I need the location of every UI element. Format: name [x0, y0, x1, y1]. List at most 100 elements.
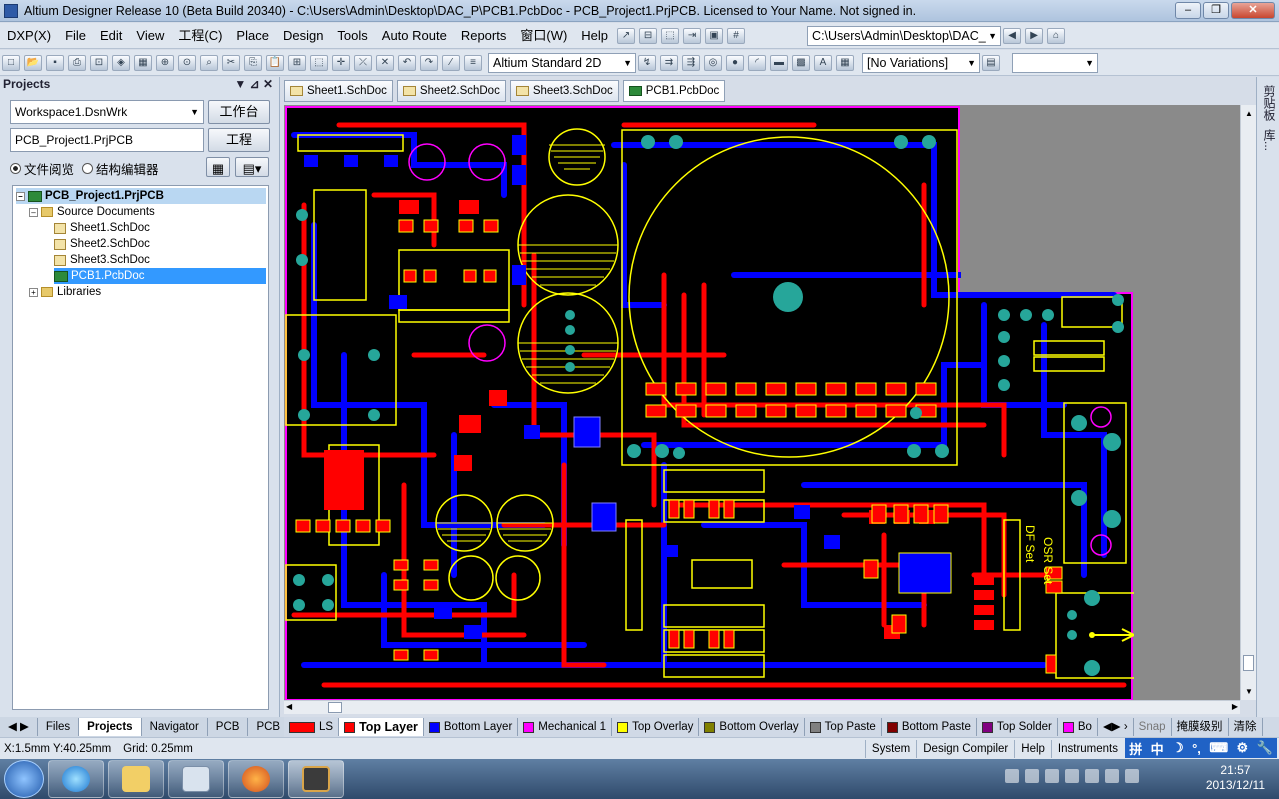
ime-punctuation-icon[interactable]: °,	[1192, 741, 1201, 756]
tab-pcb[interactable]: PCB	[208, 718, 249, 736]
fill-icon[interactable]: ▬	[770, 54, 788, 71]
copy-icon[interactable]: ⎘	[244, 54, 262, 71]
maximize-button[interactable]: ❐	[1203, 2, 1229, 19]
panel-scroll-icon[interactable]: ◀ ▶	[0, 718, 38, 736]
compile-icon[interactable]: ≡	[464, 54, 482, 71]
ime-logo-icon[interactable]: 拼	[1129, 739, 1142, 758]
project-field[interactable]: PCB_Project1.PrjPCB	[10, 128, 204, 152]
select-area-icon[interactable]: ⬚	[310, 54, 328, 71]
tree-libraries[interactable]: + Libraries	[29, 284, 101, 300]
zoom-select-icon[interactable]: ⌕	[200, 54, 218, 71]
home-icon[interactable]: ⌂	[1047, 27, 1066, 44]
pcb-canvas[interactable]: DF Set OSR Set	[284, 105, 1240, 700]
layer-top-paste[interactable]: Top Paste	[805, 718, 882, 736]
ime-halfwidth-icon[interactable]: ☽	[1172, 740, 1184, 756]
tab-files[interactable]: Files	[38, 718, 80, 736]
project-button[interactable]: 工程	[208, 128, 270, 152]
ime-chinese-toggle[interactable]: 中	[1151, 739, 1164, 758]
layer-top-overlay[interactable]: Top Overlay	[612, 718, 700, 736]
tab-pcb1[interactable]: PCB1.PcbDoc	[622, 80, 726, 102]
tray-volume-icon[interactable]	[1125, 769, 1139, 783]
select-icon[interactable]: ⬚	[661, 27, 680, 44]
system-button[interactable]: System	[864, 739, 916, 758]
layer-bottom-solder[interactable]: Bo	[1058, 718, 1098, 736]
tree-doc-sheet2[interactable]: Sheet2.SchDoc	[54, 236, 150, 252]
collapse-icon[interactable]: –	[29, 207, 38, 217]
help-button[interactable]: Help	[1014, 739, 1051, 758]
string-icon[interactable]: A	[814, 54, 832, 71]
tab-projects[interactable]: Projects	[79, 718, 142, 736]
ime-settings-icon[interactable]: ⚙	[1237, 740, 1249, 756]
ime-tools-icon[interactable]: 🔧	[1257, 740, 1273, 756]
menu-design[interactable]: Design	[276, 25, 330, 47]
taskbar-explorer[interactable]	[108, 760, 164, 798]
tab-navigator[interactable]: Navigator	[142, 718, 208, 736]
tray-expand-icon[interactable]	[1045, 769, 1059, 783]
struct-editor-radio[interactable]	[82, 163, 94, 174]
rubber-stamp-icon[interactable]: ⊞	[288, 54, 306, 71]
menu-project[interactable]: 工程(C)	[171, 25, 229, 47]
taskbar-ie[interactable]	[48, 760, 104, 798]
start-button[interactable]	[4, 760, 44, 798]
menu-view[interactable]: View	[129, 25, 171, 47]
menu-dxp[interactable]: DXP(X)	[0, 25, 58, 47]
design-compiler-button[interactable]: Design Compiler	[916, 739, 1014, 758]
tray-qq-icon[interactable]	[1065, 769, 1079, 783]
layer-bottom[interactable]: Bottom Layer	[424, 718, 519, 736]
menu-tools[interactable]: Tools	[330, 25, 374, 47]
menu-reports[interactable]: Reports	[454, 25, 514, 47]
tray-flag-icon[interactable]	[1105, 769, 1119, 783]
close-button[interactable]: ✕	[1231, 2, 1275, 19]
workspace-button[interactable]: 工作台	[208, 100, 270, 124]
pad-icon[interactable]: ●	[726, 54, 744, 71]
save-icon[interactable]: ▪	[46, 54, 64, 71]
menu-help[interactable]: Help	[574, 25, 615, 47]
tab-sheet3[interactable]: Sheet3.SchDoc	[509, 80, 619, 102]
via-icon[interactable]: ◎	[704, 54, 722, 71]
tree-project[interactable]: – PCB_Project1.PrjPCB	[16, 188, 266, 204]
tray-keyboard-icon[interactable]	[1005, 769, 1019, 783]
project-menu-icon[interactable]: ▤▾	[235, 157, 269, 177]
pcb-board-drawing[interactable]: DF Set OSR Set	[284, 105, 1240, 700]
zoom-area-icon[interactable]: ⊙	[178, 54, 196, 71]
tab-sheet2[interactable]: Sheet2.SchDoc	[396, 80, 506, 102]
component-icon[interactable]: ▦	[836, 54, 854, 71]
tray-help-icon[interactable]	[1025, 769, 1039, 783]
mask-level-button[interactable]: 掩膜级别	[1172, 718, 1229, 736]
menu-edit[interactable]: Edit	[93, 25, 129, 47]
libraries-tab[interactable]: 库...	[1261, 129, 1278, 151]
zoom-fit-icon[interactable]: ⊕	[156, 54, 174, 71]
menu-auto-route[interactable]: Auto Route	[375, 25, 454, 47]
move-icon[interactable]: ✛	[332, 54, 350, 71]
path-combo[interactable]: C:\Users\Admin\Desktop\DAC_ ▼	[807, 25, 1002, 46]
layer-bottom-paste[interactable]: Bottom Paste	[882, 718, 977, 736]
tree-doc-pcb1[interactable]: PCB1.PcbDoc	[54, 268, 266, 284]
panel-controls-icon[interactable]: ▼ ⊿ ✕	[234, 77, 273, 91]
file-view-radio[interactable]	[10, 163, 21, 174]
tab-sheet1[interactable]: Sheet1.SchDoc	[284, 80, 393, 102]
snap-toggle[interactable]: Snap	[1134, 718, 1172, 736]
align-icon[interactable]: ⊟	[639, 27, 658, 44]
instruments-button[interactable]: Instruments	[1050, 739, 1124, 758]
layer-ls[interactable]: LS	[284, 718, 340, 736]
diff-pair-icon[interactable]: ⇉	[660, 54, 678, 71]
vertical-scrollbar[interactable]: ▲ ▼	[1240, 105, 1256, 700]
blank-combo[interactable]: ▼	[1012, 52, 1098, 73]
variant-manager-icon[interactable]: ▤	[982, 54, 1000, 71]
arc-icon[interactable]: ◜	[748, 54, 766, 71]
taskbar-altium[interactable]	[288, 760, 344, 798]
paste-icon[interactable]: 📋	[266, 54, 284, 71]
layer-scroll-icon[interactable]: ◀▶ ›	[1098, 718, 1134, 736]
board-icon[interactable]: ▦	[134, 54, 152, 71]
variations-combo[interactable]: [No Variations] ▼	[862, 52, 980, 73]
print-preview-icon[interactable]: ⊡	[90, 54, 108, 71]
expand-icon[interactable]: +	[29, 287, 38, 297]
measure-icon[interactable]: ⇥	[683, 27, 702, 44]
rooms-icon[interactable]: ▣	[705, 27, 724, 44]
menu-place[interactable]: Place	[229, 25, 276, 47]
ime-keyboard-icon[interactable]: ⌨	[1209, 740, 1228, 756]
tray-network-icon[interactable]	[1085, 769, 1099, 783]
route-icon[interactable]: ↯	[638, 54, 656, 71]
horizontal-scrollbar[interactable]: ◀ ▶	[284, 700, 1240, 714]
print-icon[interactable]: ⎙	[68, 54, 86, 71]
